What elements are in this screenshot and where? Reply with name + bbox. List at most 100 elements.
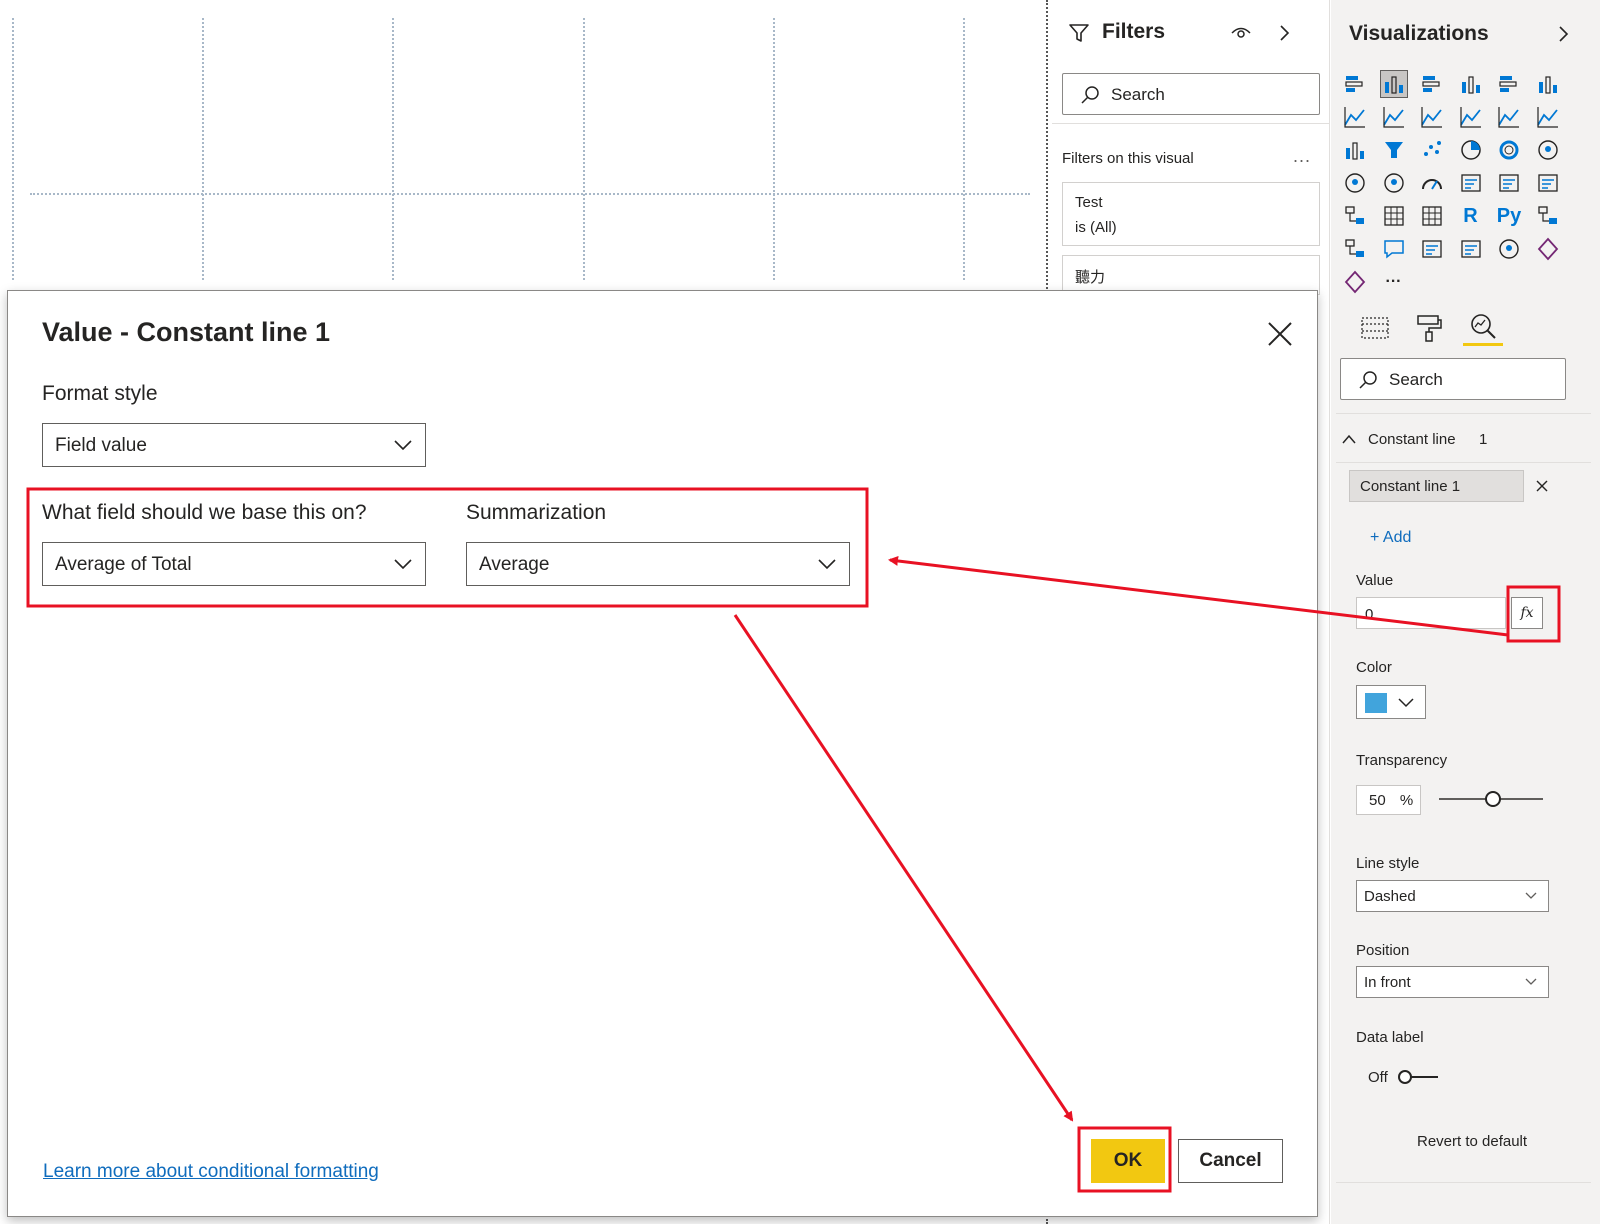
close-icon[interactable] <box>1265 319 1295 349</box>
conditional-format-dialog: Value - Constant line 1 Format style Fie… <box>7 290 1318 1217</box>
100-stacked-bar-chart-icon[interactable] <box>1495 70 1523 98</box>
grid-line <box>773 18 775 280</box>
donut-chart-icon[interactable] <box>1495 136 1523 164</box>
python-visual-icon[interactable]: Py <box>1495 202 1523 230</box>
filters-more-options[interactable]: ... <box>1293 146 1311 167</box>
collapse-filters-chevron-icon[interactable] <box>1278 23 1292 43</box>
cancel-button[interactable]: Cancel <box>1178 1139 1283 1183</box>
slicer-icon[interactable] <box>1341 202 1369 230</box>
transparency-slider[interactable] <box>1439 791 1543 807</box>
transparency-label: Transparency <box>1356 752 1448 769</box>
line-and-stacked-column-chart-icon[interactable] <box>1457 103 1485 131</box>
area-chart-icon[interactable] <box>1380 103 1408 131</box>
paginated-report-icon[interactable] <box>1418 235 1446 263</box>
line-and-clustered-column-chart-icon[interactable] <box>1495 103 1523 131</box>
100-stacked-column-chart-icon[interactable] <box>1534 70 1562 98</box>
grid-line <box>30 193 1030 195</box>
base-field-label: What field should we base this on? <box>42 501 367 524</box>
transparency-unit: % <box>1399 792 1414 809</box>
clustered-bar-chart-icon[interactable] <box>1418 70 1446 98</box>
learn-more-link[interactable]: Learn more about conditional formatting <box>43 1161 379 1183</box>
fields-tab[interactable] <box>1355 310 1395 346</box>
divider <box>1336 462 1591 463</box>
chevron-down-icon <box>1398 698 1414 708</box>
position-label: Position <box>1356 942 1410 959</box>
stacked-bar-chart-icon[interactable] <box>1341 70 1369 98</box>
filters-search-input[interactable]: Search <box>1062 73 1320 115</box>
data-label-state: Off <box>1368 1069 1388 1086</box>
clustered-column-chart-icon[interactable] <box>1457 70 1485 98</box>
scatter-chart-icon[interactable] <box>1418 136 1446 164</box>
line-chart-icon[interactable] <box>1341 103 1369 131</box>
paint-roller-icon <box>1417 315 1442 342</box>
stacked-area-chart-icon[interactable] <box>1418 103 1446 131</box>
divider <box>1336 1182 1591 1183</box>
pie-chart-icon[interactable] <box>1457 136 1485 164</box>
table-icon[interactable] <box>1380 202 1408 230</box>
card-icon[interactable] <box>1457 169 1485 197</box>
transparency-input[interactable]: 50 % <box>1356 785 1421 815</box>
constant-line-count: 1 <box>1479 431 1488 448</box>
r-script-visual-icon[interactable]: R <box>1457 202 1485 230</box>
revert-to-default-button[interactable]: Revert to default <box>1417 1133 1527 1150</box>
line-style-value: Dashed <box>1364 888 1416 905</box>
format-tab[interactable] <box>1409 310 1449 346</box>
grid-line <box>583 18 585 280</box>
filter-card-listening[interactable]: 聽力 <box>1062 255 1320 295</box>
gauge-icon[interactable] <box>1418 169 1446 197</box>
power-apps-icon[interactable] <box>1534 235 1562 263</box>
constant-line-section-title[interactable]: Constant line <box>1368 431 1456 448</box>
treemap-icon[interactable] <box>1534 136 1562 164</box>
visualizations-search-input[interactable]: Search <box>1340 358 1566 400</box>
map-icon[interactable] <box>1341 169 1369 197</box>
transparency-slider-handle[interactable] <box>1485 791 1501 807</box>
more-visuals-icon[interactable]: ··· <box>1380 268 1408 296</box>
stacked-column-chart-icon[interactable] <box>1379 70 1408 98</box>
chevron-down-icon <box>394 559 412 570</box>
eye-icon[interactable] <box>1230 24 1252 40</box>
base-field-dropdown[interactable]: Average of Total <box>42 542 426 586</box>
add-line-button[interactable]: + Add <box>1370 529 1411 547</box>
analytics-tab[interactable] <box>1463 310 1503 346</box>
chevron-down-icon <box>818 559 836 570</box>
matrix-icon[interactable] <box>1418 202 1446 230</box>
summarization-value: Average <box>479 554 550 575</box>
chevron-up-icon[interactable] <box>1341 432 1357 446</box>
multi-row-card-icon[interactable] <box>1495 169 1523 197</box>
filter-field-state: is (All) <box>1075 219 1117 236</box>
arcgis-map-icon[interactable] <box>1495 235 1523 263</box>
divider <box>1336 413 1591 414</box>
filter-field-name: Test <box>1075 194 1103 211</box>
format-style-dropdown[interactable]: Field value <box>42 423 426 467</box>
visualizations-pane: Visualizations R Py ··· Search Constant … <box>1331 0 1600 1224</box>
summarization-label: Summarization <box>466 501 607 524</box>
decomposition-tree-icon[interactable] <box>1341 235 1369 263</box>
color-picker[interactable] <box>1356 685 1426 719</box>
position-dropdown[interactable]: In front <box>1356 966 1549 998</box>
qna-icon[interactable] <box>1380 235 1408 263</box>
key-influencers-icon[interactable] <box>1534 202 1562 230</box>
funnel-chart-icon[interactable] <box>1380 136 1408 164</box>
fields-icon <box>1361 317 1389 339</box>
search-icon <box>1359 371 1377 389</box>
chevron-down-icon <box>1525 978 1537 985</box>
power-automate-icon[interactable] <box>1341 268 1369 296</box>
kpi-icon[interactable] <box>1534 169 1562 197</box>
remove-line-close-icon[interactable] <box>1535 479 1549 493</box>
filled-map-icon[interactable] <box>1380 169 1408 197</box>
collapse-visualizations-chevron-icon[interactable] <box>1557 24 1571 44</box>
data-label-toggle[interactable] <box>1396 1067 1440 1087</box>
ribbon-chart-icon[interactable] <box>1534 103 1562 131</box>
smart-narrative-icon[interactable] <box>1457 235 1485 263</box>
format-style-value: Field value <box>55 435 147 456</box>
ok-button[interactable]: OK <box>1091 1139 1165 1183</box>
summarization-dropdown[interactable]: Average <box>466 542 850 586</box>
line-style-dropdown[interactable]: Dashed <box>1356 880 1549 912</box>
filter-card-test[interactable]: Test is (All) <box>1062 182 1320 246</box>
conditional-format-fx-button[interactable]: fx <box>1511 597 1543 629</box>
value-label: Value <box>1356 572 1394 589</box>
constant-line-item[interactable]: Constant line 1 <box>1349 470 1524 502</box>
value-input[interactable]: 0 <box>1356 597 1506 629</box>
waterfall-chart-icon[interactable] <box>1341 136 1369 164</box>
filters-title: Filters <box>1102 20 1166 43</box>
